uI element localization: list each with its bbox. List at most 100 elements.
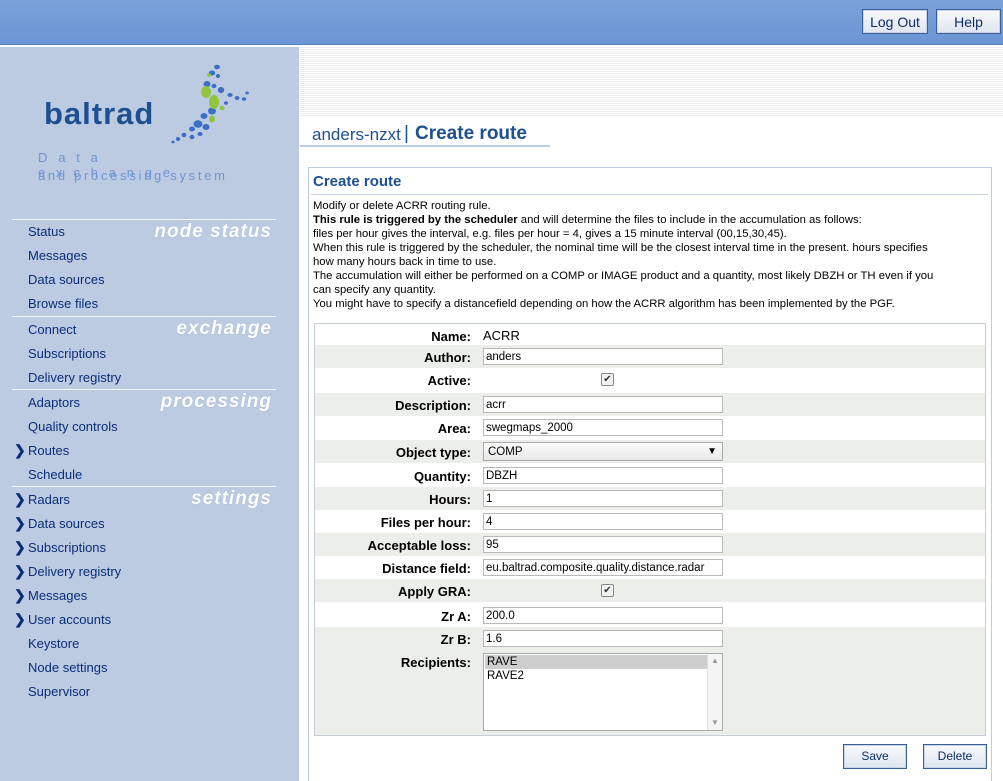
form-row-zr-a: Zr A: 200.0	[315, 604, 985, 627]
quantity-input[interactable]: DBZH	[483, 467, 723, 484]
form-row-acceptable-loss: Acceptable loss: 95	[315, 533, 985, 556]
form-row-quantity: Quantity: DBZH	[315, 464, 985, 487]
form-row-author: Author: anders	[315, 345, 985, 368]
nav-item-delivery-registry[interactable]: Delivery registry	[28, 370, 121, 385]
page-host-name: anders-nzxt	[312, 125, 401, 144]
area-label: Area:	[437, 421, 471, 436]
author-label: Author:	[424, 350, 471, 365]
chevron-right-icon: ❯	[14, 563, 26, 579]
nav-item-adaptors[interactable]: Adaptors	[28, 395, 80, 410]
nav-item-keystore[interactable]: Keystore	[28, 636, 79, 651]
quantity-label: Quantity:	[413, 469, 471, 484]
top-bar: Log Out Help	[0, 0, 1003, 45]
panel-title: Create route	[313, 173, 402, 190]
nav-item-connect[interactable]: Connect	[28, 322, 76, 337]
brand-tagline-line2: and processing system	[38, 168, 228, 183]
distance-field-input[interactable]: eu.baltrad.composite.quality.distance.ra…	[483, 559, 723, 576]
acceptable-loss-input[interactable]: 95	[483, 536, 723, 553]
nav-section-title: exchange	[176, 318, 272, 339]
dropdown-arrow-icon: ▼	[707, 446, 717, 457]
area-input[interactable]: swegmaps_2000	[483, 419, 723, 436]
author-input[interactable]: anders	[483, 348, 723, 365]
form-row-active: Active: ✔	[315, 368, 985, 391]
files-per-hour-input[interactable]: 4	[483, 513, 723, 530]
chevron-right-icon: ❯	[14, 539, 26, 555]
nav-section-settings: settings ❯ Radars ❯ Data sources ❯ Subsc…	[12, 486, 276, 707]
description-bold: This rule is triggered by the scheduler	[313, 214, 518, 226]
form-row-apply-gra: Apply GRA: ✔	[315, 579, 985, 602]
nav-section-title: processing	[160, 391, 272, 412]
nav-item-browse-files[interactable]: Browse files	[28, 296, 98, 311]
form-row-files-per-hour: Files per hour: 4	[315, 510, 985, 533]
nav-item-quality-controls[interactable]: Quality controls	[28, 419, 118, 434]
description-line: This rule is triggered by the scheduler …	[313, 213, 989, 227]
page-title-separator: |	[404, 123, 409, 144]
active-label: Active:	[427, 373, 471, 388]
scroll-down-icon[interactable]: ▼	[711, 718, 719, 727]
brand-name: baltrad	[44, 96, 155, 131]
page-title: Create route	[415, 123, 527, 144]
form-row-name: Name: ACRR	[315, 324, 985, 347]
nav-item-routes[interactable]: Routes	[28, 443, 69, 458]
route-form: Name: ACRR Author: anders Active: ✔ Desc…	[314, 323, 986, 736]
nav-item-subscriptions[interactable]: Subscriptions	[28, 346, 106, 361]
form-row-hours: Hours: 1	[315, 487, 985, 510]
object-type-value: COMP	[488, 446, 523, 458]
delete-button[interactable]: Delete	[923, 744, 987, 769]
scroll-up-icon[interactable]: ▲	[711, 656, 719, 665]
active-checkbox[interactable]: ✔	[601, 373, 614, 386]
logout-button[interactable]: Log Out	[862, 9, 928, 34]
description-input[interactable]: acrr	[483, 396, 723, 413]
name-label: Name:	[431, 329, 471, 344]
zr-a-label: Zr A:	[441, 609, 471, 624]
nav-item-delivery-registry[interactable]: Delivery registry	[28, 564, 121, 579]
description-line: files per hour gives the interval, e.g. …	[313, 228, 787, 240]
form-row-zr-b: Zr B: 1.6	[315, 627, 985, 650]
zr-b-input[interactable]: 1.6	[483, 630, 723, 647]
chevron-right-icon: ❯	[14, 442, 26, 458]
content-header-pattern	[300, 47, 1003, 117]
nav-item-user-accounts[interactable]: User accounts	[28, 612, 111, 627]
recipient-option[interactable]: RAVE2	[485, 669, 707, 683]
description-line: can specify any quantity.	[313, 284, 436, 296]
nav-section-node-status: node status Status Messages Data sources…	[12, 219, 276, 316]
baltrad-logo-graphic	[171, 64, 249, 144]
form-row-distance-field: Distance field: eu.baltrad.composite.qua…	[315, 556, 985, 579]
nav-item-data-sources[interactable]: Data sources	[28, 272, 105, 287]
recipients-scrollbar[interactable]: ▲ ▼	[707, 654, 722, 730]
hours-input[interactable]: 1	[483, 490, 723, 507]
recipient-option[interactable]: RAVE	[485, 655, 707, 669]
zr-b-label: Zr B:	[440, 632, 471, 647]
zr-a-input[interactable]: 200.0	[483, 607, 723, 624]
nav-item-supervisor[interactable]: Supervisor	[28, 684, 90, 699]
object-type-label: Object type:	[395, 445, 471, 460]
description-label: Description:	[395, 398, 471, 413]
name-value: ACRR	[483, 328, 520, 343]
nav-item-status[interactable]: Status	[28, 224, 65, 239]
help-button[interactable]: Help	[936, 9, 1001, 34]
nav-section-processing: processing Adaptors Quality controls ❯ R…	[12, 389, 276, 486]
form-row-recipients: Recipients: RAVE RAVE2 ▲ ▼	[315, 650, 985, 735]
object-type-select[interactable]: COMP ▼	[483, 442, 723, 461]
files-per-hour-label: Files per hour:	[380, 515, 471, 530]
save-button[interactable]: Save	[843, 744, 907, 769]
hours-label: Hours:	[429, 492, 471, 507]
nav-item-radars[interactable]: Radars	[28, 492, 70, 507]
nav-item-messages[interactable]: Messages	[28, 588, 87, 603]
acceptable-loss-label: Acceptable loss:	[367, 538, 471, 553]
nav-section-title: node status	[154, 221, 272, 242]
description-line: You might have to specify a distancefiel…	[313, 298, 895, 310]
nav-item-messages[interactable]: Messages	[28, 248, 87, 263]
chevron-right-icon: ❯	[14, 611, 26, 627]
recipients-listbox[interactable]: RAVE RAVE2 ▲ ▼	[483, 653, 723, 731]
nav-item-data-sources[interactable]: Data sources	[28, 516, 105, 531]
apply-gra-checkbox[interactable]: ✔	[601, 584, 614, 597]
description-line: Modify or delete ACRR routing rule.	[313, 200, 491, 212]
distance-field-label: Distance field:	[382, 561, 471, 576]
description-line: The accumulation will either be performe…	[313, 270, 934, 282]
nav-item-subscriptions[interactable]: Subscriptions	[28, 540, 106, 555]
nav-item-node-settings[interactable]: Node settings	[28, 660, 108, 675]
apply-gra-label: Apply GRA:	[398, 584, 471, 599]
description-text: and will determine the files to include …	[517, 214, 862, 226]
nav-item-schedule[interactable]: Schedule	[28, 467, 82, 482]
